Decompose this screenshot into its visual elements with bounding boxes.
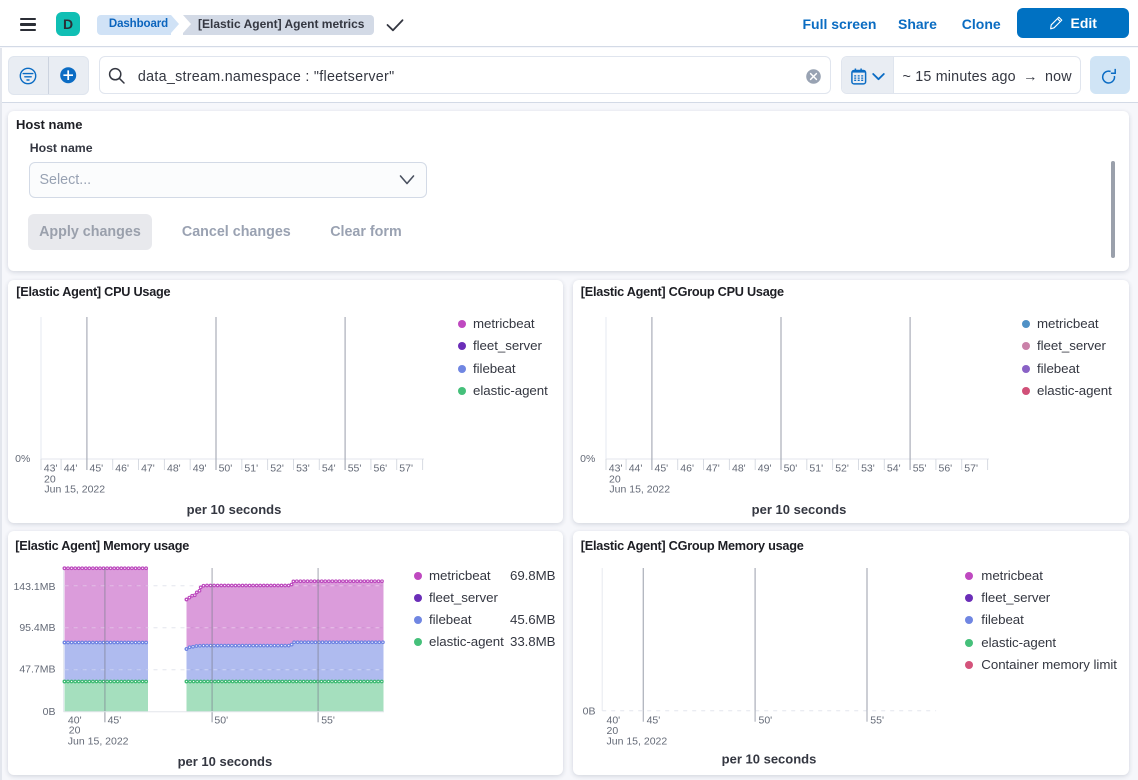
- svg-text:52': 52': [270, 462, 284, 474]
- svg-text:44': 44': [64, 462, 78, 474]
- svg-text:49': 49': [757, 462, 771, 474]
- svg-text:50': 50': [214, 714, 228, 726]
- svg-text:46': 46': [115, 462, 129, 474]
- svg-text:45': 45': [654, 462, 668, 474]
- svg-text:49': 49': [193, 462, 207, 474]
- svg-text:57': 57': [964, 462, 978, 474]
- svg-text:0%: 0%: [15, 453, 30, 465]
- svg-text:143.1MB: 143.1MB: [13, 581, 55, 593]
- svg-text:57': 57': [399, 462, 413, 474]
- svg-text:44': 44': [628, 462, 642, 474]
- svg-text:per 10 seconds: per 10 seconds: [187, 502, 282, 517]
- svg-text:per 10 seconds: per 10 seconds: [178, 754, 273, 769]
- svg-text:47': 47': [706, 462, 720, 474]
- svg-text:55': 55': [870, 714, 884, 726]
- svg-text:per 10 seconds: per 10 seconds: [721, 752, 816, 767]
- svg-text:47': 47': [141, 462, 155, 474]
- svg-text:48': 48': [732, 462, 746, 474]
- svg-text:Jun 15, 2022: Jun 15, 2022: [609, 483, 670, 495]
- svg-text:50': 50': [783, 462, 797, 474]
- svg-text:51': 51': [244, 462, 258, 474]
- svg-text:53': 53': [296, 462, 310, 474]
- svg-text:52': 52': [835, 462, 849, 474]
- svg-text:45': 45': [646, 714, 660, 726]
- svg-text:53': 53': [861, 462, 875, 474]
- svg-text:54': 54': [322, 462, 336, 474]
- svg-text:56': 56': [938, 462, 952, 474]
- svg-text:Jun 15, 2022: Jun 15, 2022: [44, 483, 105, 495]
- svg-text:46': 46': [680, 462, 694, 474]
- svg-text:50': 50': [219, 462, 233, 474]
- svg-text:54': 54': [886, 462, 900, 474]
- svg-text:55': 55': [912, 462, 926, 474]
- svg-text:0%: 0%: [580, 453, 595, 465]
- svg-text:47.7MB: 47.7MB: [19, 664, 55, 676]
- svg-text:Jun 15, 2022: Jun 15, 2022: [68, 736, 129, 748]
- svg-text:95.4MB: 95.4MB: [19, 622, 55, 634]
- svg-text:48': 48': [167, 462, 181, 474]
- svg-text:50': 50': [758, 714, 772, 726]
- svg-text:55': 55': [348, 462, 362, 474]
- svg-text:55': 55': [321, 714, 335, 726]
- svg-text:Jun 15, 2022: Jun 15, 2022: [606, 736, 667, 748]
- svg-text:51': 51': [809, 462, 823, 474]
- svg-text:45': 45': [90, 462, 104, 474]
- svg-text:0B: 0B: [43, 706, 56, 718]
- svg-text:per 10 seconds: per 10 seconds: [751, 502, 846, 517]
- svg-text:56': 56': [374, 462, 388, 474]
- svg-text:0B: 0B: [582, 706, 595, 718]
- svg-text:45': 45': [108, 714, 122, 726]
